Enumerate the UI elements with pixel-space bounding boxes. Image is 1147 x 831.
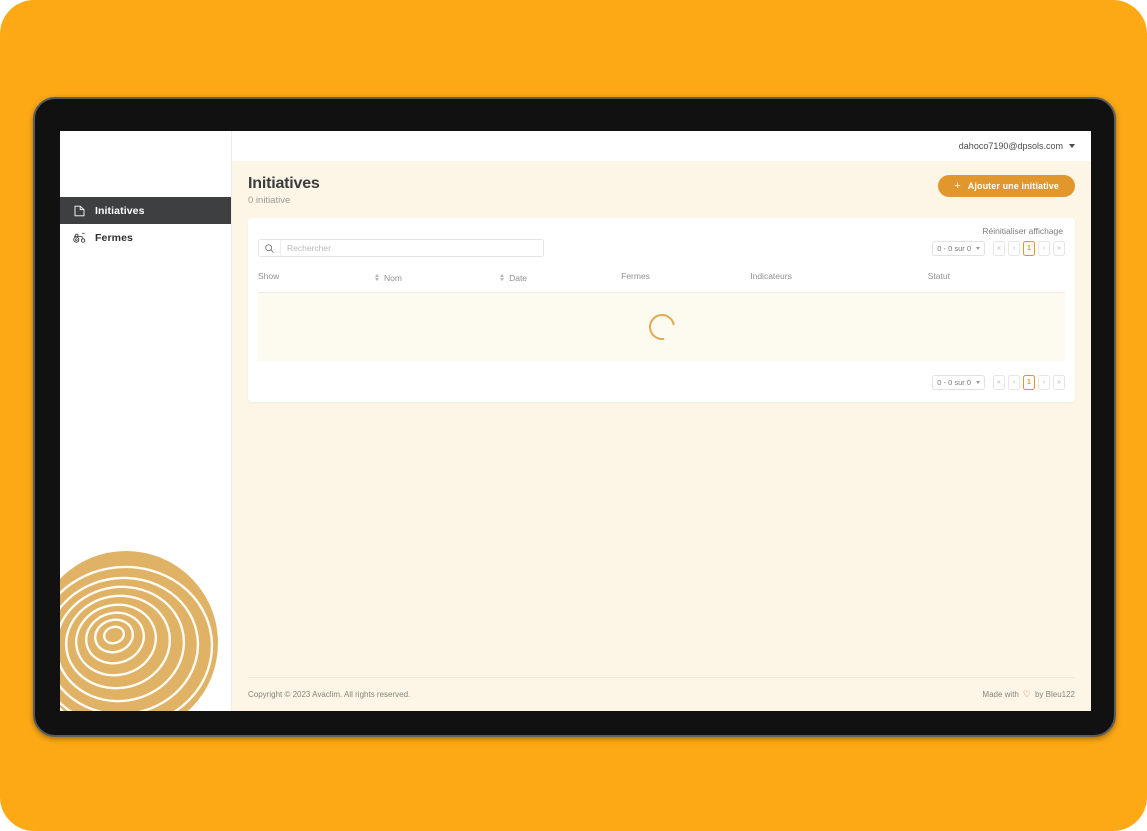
page-prev-button[interactable]: ‹ [1008, 240, 1020, 256]
page-title: Initiatives [248, 175, 320, 192]
made-with-suffix: by Bleu122 [1034, 690, 1075, 699]
loading-spinner-icon [643, 308, 680, 345]
page-content: Initiatives 0 initiative + Ajouter une i… [232, 161, 1091, 711]
page-size-select-bottom[interactable]: 0 - 0 sur 0 [932, 374, 985, 390]
topbar: dahoco7190@dpsols.com [232, 131, 1091, 161]
column-header-statut: Statut [927, 269, 1065, 293]
column-label: Fermes [621, 271, 650, 282]
search-input[interactable] [281, 240, 543, 257]
page-last-button[interactable]: » [1053, 374, 1065, 390]
main-area: dahoco7190@dpsols.com Initiatives 0 init… [232, 131, 1091, 711]
column-header-nom[interactable]: Nom [375, 269, 501, 293]
pagination-bottom: 0 - 0 sur 0 « ‹ 1 › » [258, 361, 1065, 390]
page-size-select-top[interactable]: 0 - 0 sur 0 [932, 240, 985, 256]
page-footer: Copyright © 2023 Avaclim. All rights res… [248, 677, 1075, 711]
page-subtitle: 0 initiative [248, 195, 291, 207]
user-email-label: dahoco7190@dpsols.com [958, 141, 1063, 151]
sidebar-item-label: Fermes [95, 231, 133, 244]
column-label: Nom [384, 272, 402, 283]
pagination-top: 0 - 0 sur 0 « ‹ 1 › » [932, 240, 1065, 256]
column-header-date[interactable]: Date [500, 269, 622, 293]
page-number-button[interactable]: 1 [1023, 374, 1035, 390]
made-with-prefix: Made with [982, 690, 1019, 699]
sidebar: Initiatives Fermes [60, 131, 232, 711]
column-label: Show [258, 271, 280, 282]
sort-icon [500, 274, 505, 282]
column-label: Date [509, 272, 528, 283]
page-first-button[interactable]: « [993, 374, 1005, 390]
chevron-down-icon [976, 380, 980, 384]
page-next-button[interactable]: › [1038, 374, 1050, 390]
table-header-row: Show Nom Date Fermes Indicateurs Statut [258, 269, 1065, 293]
column-header-indicateurs: Indicateurs [750, 269, 928, 293]
column-header-fermes: Fermes [621, 269, 751, 293]
plus-icon: + [954, 179, 961, 192]
sidebar-item-fermes[interactable]: Fermes [60, 224, 231, 251]
orange-backdrop: Initiatives Fermes dahoco7190@dpsols.com… [0, 0, 1147, 831]
column-label: Indicateurs [750, 271, 792, 282]
tablet-screen: Initiatives Fermes dahoco7190@dpsols.com… [60, 131, 1091, 711]
search-box[interactable] [258, 239, 544, 258]
chevron-down-icon [1069, 144, 1075, 148]
sidebar-item-label: Initiatives [95, 204, 145, 217]
card-toolbar: 0 - 0 sur 0 « ‹ 1 › » [258, 239, 1065, 258]
column-label: Statut [927, 271, 950, 282]
page-last-button[interactable]: » [1053, 240, 1065, 256]
page-next-button[interactable]: › [1038, 240, 1050, 256]
heart-icon: ♡ [1022, 689, 1031, 699]
page-prev-button[interactable]: ‹ [1008, 374, 1020, 390]
sidebar-logo-area [60, 131, 231, 197]
initiatives-table: Show Nom Date Fermes Indicateurs Statut [258, 269, 1065, 293]
reset-display-link[interactable]: Réinitialiser affichage [982, 226, 1063, 236]
user-menu[interactable]: dahoco7190@dpsols.com [959, 141, 1075, 151]
add-initiative-button[interactable]: + Ajouter une initiative [938, 175, 1075, 197]
page-range-label: 0 - 0 sur 0 [937, 377, 971, 387]
page-header: Initiatives 0 initiative + Ajouter une i… [248, 175, 1075, 206]
card-toolbar-top: Réinitialiser affichage [258, 226, 1065, 239]
column-header-show: Show [258, 269, 375, 293]
tree-rings-decoration [60, 543, 236, 711]
copyright-text: Copyright © 2023 Avaclim. All rights res… [248, 690, 411, 699]
page-first-button[interactable]: « [993, 240, 1005, 256]
sidebar-item-initiatives[interactable]: Initiatives [60, 197, 231, 224]
initiatives-card: Réinitialiser affichage Rechercher 0 - 0… [248, 218, 1075, 402]
tablet-device-frame: Initiatives Fermes dahoco7190@dpsols.com… [33, 97, 1116, 737]
search-icon [259, 240, 281, 257]
page-number-button[interactable]: 1 [1023, 240, 1035, 256]
document-icon [73, 204, 86, 217]
add-initiative-label: Ajouter une initiative [967, 181, 1059, 191]
chevron-down-icon [976, 246, 980, 250]
page-title-block: Initiatives 0 initiative [248, 175, 320, 206]
pagination-buttons-bottom: « ‹ 1 › » [993, 374, 1065, 390]
made-with-credit: Made with ♡ by Bleu122 [982, 689, 1075, 700]
page-range-label: 0 - 0 sur 0 [937, 243, 971, 253]
table-body-loading [258, 292, 1065, 361]
pagination-buttons-top: « ‹ 1 › » [993, 240, 1065, 256]
sort-icon [375, 274, 379, 282]
tractor-icon [73, 231, 86, 244]
